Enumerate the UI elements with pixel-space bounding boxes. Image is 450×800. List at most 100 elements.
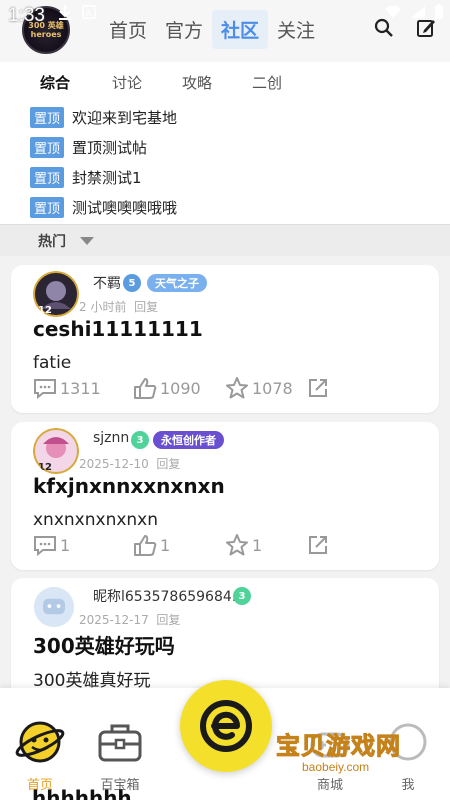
pinned-title: 封禁测试1	[72, 168, 142, 187]
watermark-url: baobeiy.com	[302, 760, 370, 774]
favorite-count: 1	[252, 535, 263, 555]
post-title: kfxjnxnnxxnxnxn	[33, 474, 225, 498]
search-icon[interactable]	[374, 18, 394, 38]
post-body: fatie	[33, 353, 72, 373]
reply-link[interactable]: 回复	[156, 457, 180, 471]
post-body: xnxnxnxnxnxn	[33, 510, 159, 530]
post-time: 2025-12-10	[79, 457, 149, 471]
community-subtabs: 综合 讨论 攻略 二创	[0, 62, 450, 102]
top-bar: 1:33 A 300 英雄 heroes 首页 官方 社区 关注	[0, 0, 450, 62]
comment-count: 1311	[60, 378, 101, 398]
post-time: 2 小时前	[79, 300, 127, 314]
share-icon	[309, 536, 327, 554]
pinned-post[interactable]: 置顶 置顶测试帖	[30, 132, 450, 162]
post-meta: 2 小时前 回复	[79, 298, 158, 315]
edit-icon[interactable]	[416, 18, 436, 38]
title-badge: 天气之子	[147, 274, 207, 292]
reply-link[interactable]: 回复	[134, 300, 158, 314]
pinned-posts: 置顶 欢迎来到宅基地 置顶 置顶测试帖 置顶 封禁测试1 置顶 测试噢噢噢哦哦	[0, 102, 450, 224]
status-time: 1:33	[8, 5, 45, 26]
toolbox-icon	[98, 724, 142, 762]
post-title: 300英雄好玩吗	[33, 634, 175, 658]
avatar[interactable]: 12	[33, 271, 79, 317]
tab-community[interactable]: 社区	[212, 10, 269, 49]
avatar[interactable]	[33, 586, 75, 628]
like-button[interactable]: 1	[133, 534, 170, 556]
tab-official[interactable]: 官方	[156, 10, 212, 49]
post-stats: 1 1 1	[33, 534, 423, 562]
level-badge: 3	[233, 587, 251, 605]
watermark-text: 宝贝游戏网	[276, 732, 401, 761]
like-count: 1090	[160, 378, 201, 398]
svg-text:12: 12	[38, 462, 52, 473]
app-notification-icon: A	[82, 5, 96, 19]
svg-text:A: A	[86, 9, 93, 19]
share-button[interactable]	[307, 534, 329, 556]
comment-button[interactable]: 1	[33, 534, 70, 556]
pinned-post[interactable]: 置顶 欢迎来到宅基地	[30, 102, 450, 132]
battery-icon	[435, 4, 443, 19]
author-name[interactable]: 不羁	[93, 273, 121, 293]
post-title: ceshi11111111	[33, 317, 203, 341]
subtab-fan-creations[interactable]: 二创	[252, 72, 282, 93]
svg-text:12: 12	[38, 305, 52, 316]
pinned-badge: 置顶	[30, 136, 65, 158]
author-name[interactable]: sjznn	[93, 430, 129, 446]
status-right	[384, 4, 444, 20]
thumbs-up-icon	[134, 535, 157, 556]
avatar[interactable]: 12	[33, 428, 79, 474]
pinned-post[interactable]: 置顶 封禁测试1	[30, 162, 450, 192]
center-action-button[interactable]	[180, 680, 272, 772]
pinned-title: 测试噢噢噢哦哦	[72, 198, 178, 217]
e-logo-icon	[200, 700, 252, 752]
pinned-title: 欢迎来到宅基地	[72, 108, 178, 127]
post-meta: 2025-12-17 回复	[79, 611, 180, 628]
download-icon	[59, 5, 71, 20]
tab-following[interactable]: 关注	[268, 10, 324, 49]
subtab-all[interactable]: 综合	[40, 72, 70, 93]
main-nav-tabs: 首页 官方 社区 关注	[100, 10, 324, 49]
favorite-button[interactable]: 1078	[225, 377, 293, 399]
post-stats: 1311 1090 1078	[33, 377, 423, 405]
share-button[interactable]	[307, 377, 329, 399]
thumbs-up-icon	[134, 378, 157, 399]
like-button[interactable]: 1090	[133, 377, 201, 399]
comment-icon	[34, 379, 56, 399]
star-icon	[226, 534, 248, 556]
comment-count: 1	[60, 535, 71, 555]
post-card[interactable]: 12 sjznn 3 永恒创作者 2025-12-10 回复 kfxjnxnnx…	[11, 422, 439, 570]
top-actions	[374, 18, 436, 38]
favorite-button[interactable]: 1	[225, 534, 262, 556]
like-count: 1	[160, 535, 171, 555]
reply-link[interactable]: 回复	[156, 613, 180, 627]
level-badge: 3	[131, 431, 149, 449]
post-card[interactable]: 12 不羁 5 天气之子 2 小时前 回复 ceshi11111111 fati…	[11, 265, 439, 413]
pinned-badge: 置顶	[30, 166, 65, 188]
planet-icon	[15, 721, 65, 763]
signal-icon	[411, 6, 425, 18]
next-post-title-partial: hhhhhhh	[32, 786, 132, 800]
pinned-post[interactable]: 置顶 测试噢噢噢哦哦	[30, 192, 450, 222]
watermark: 宝贝游戏网 baobeiy.com	[276, 722, 426, 782]
comment-icon	[34, 536, 56, 556]
star-icon	[226, 377, 248, 399]
post-meta: 2025-12-10 回复	[79, 455, 180, 472]
subtab-discussion[interactable]: 讨论	[112, 72, 142, 93]
status-notification-icons: A	[58, 4, 96, 20]
favorite-count: 1078	[252, 378, 293, 398]
post-time: 2025-12-17	[79, 613, 149, 627]
bottom-nav-toolbox[interactable]: 百宝箱	[90, 716, 150, 793]
pinned-badge: 置顶	[30, 196, 65, 218]
subtab-guides[interactable]: 攻略	[182, 72, 212, 93]
wifi-icon	[385, 5, 401, 18]
tab-home[interactable]: 首页	[100, 10, 156, 49]
pinned-title: 置顶测试帖	[72, 138, 148, 157]
pinned-badge: 置顶	[30, 106, 65, 128]
author-name[interactable]: 昵称l653578659684…	[93, 586, 246, 606]
title-badge: 永恒创作者	[153, 431, 224, 449]
share-icon	[309, 379, 327, 397]
level-badge: 5	[123, 274, 141, 292]
bottom-nav-home[interactable]: 首页	[10, 716, 70, 793]
comment-button[interactable]: 1311	[33, 377, 101, 399]
sort-bar[interactable]: 热门	[0, 224, 450, 256]
